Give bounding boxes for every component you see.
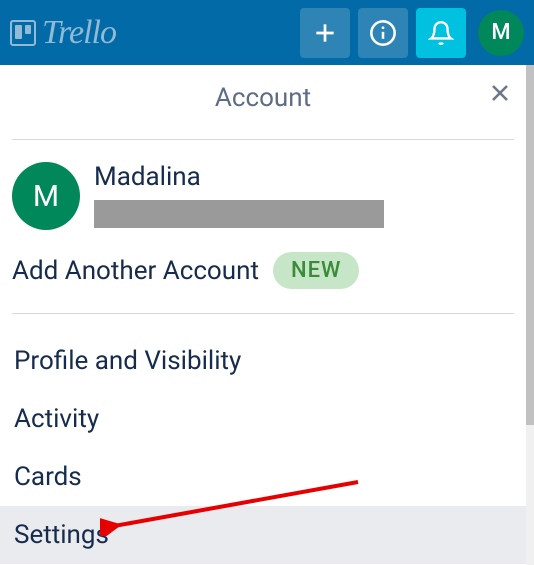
notifications-button[interactable] [416,8,466,58]
panel-header: Account [12,65,514,140]
trello-logo[interactable]: Trello [10,14,116,52]
info-button[interactable] [358,8,408,58]
menu-cards[interactable]: Cards [0,448,526,506]
app-topbar: Trello M [0,0,534,65]
close-icon [488,81,512,105]
menu-settings[interactable]: Settings [0,506,526,564]
scrollbar-thumb[interactable] [526,65,534,425]
account-name: Madalina [94,162,384,192]
bell-icon [428,20,454,46]
account-info: Madalina [94,162,384,228]
account-avatar: M [12,162,80,230]
add-account-label: Add Another Account [12,256,259,286]
avatar-initial: M [491,20,510,45]
account-email-redacted [94,200,384,228]
trello-logo-mark [10,20,36,46]
scrollbar[interactable] [526,65,534,565]
info-icon [369,19,397,47]
create-button[interactable] [300,8,350,58]
panel-title: Account [215,83,311,113]
plus-icon [312,20,338,46]
user-avatar-button[interactable]: M [478,10,524,56]
divider [12,313,514,314]
close-button[interactable] [484,77,516,113]
account-panel: Account M Madalina Add Another Account N… [0,65,526,565]
trello-logo-text: Trello [42,14,116,52]
menu-activity[interactable]: Activity [0,390,526,448]
menu-profile-visibility[interactable]: Profile and Visibility [0,332,526,390]
add-account-row[interactable]: Add Another Account NEW [0,244,526,313]
current-account[interactable]: M Madalina [0,140,526,244]
avatar-initial: M [33,179,59,214]
new-badge: NEW [273,252,359,289]
